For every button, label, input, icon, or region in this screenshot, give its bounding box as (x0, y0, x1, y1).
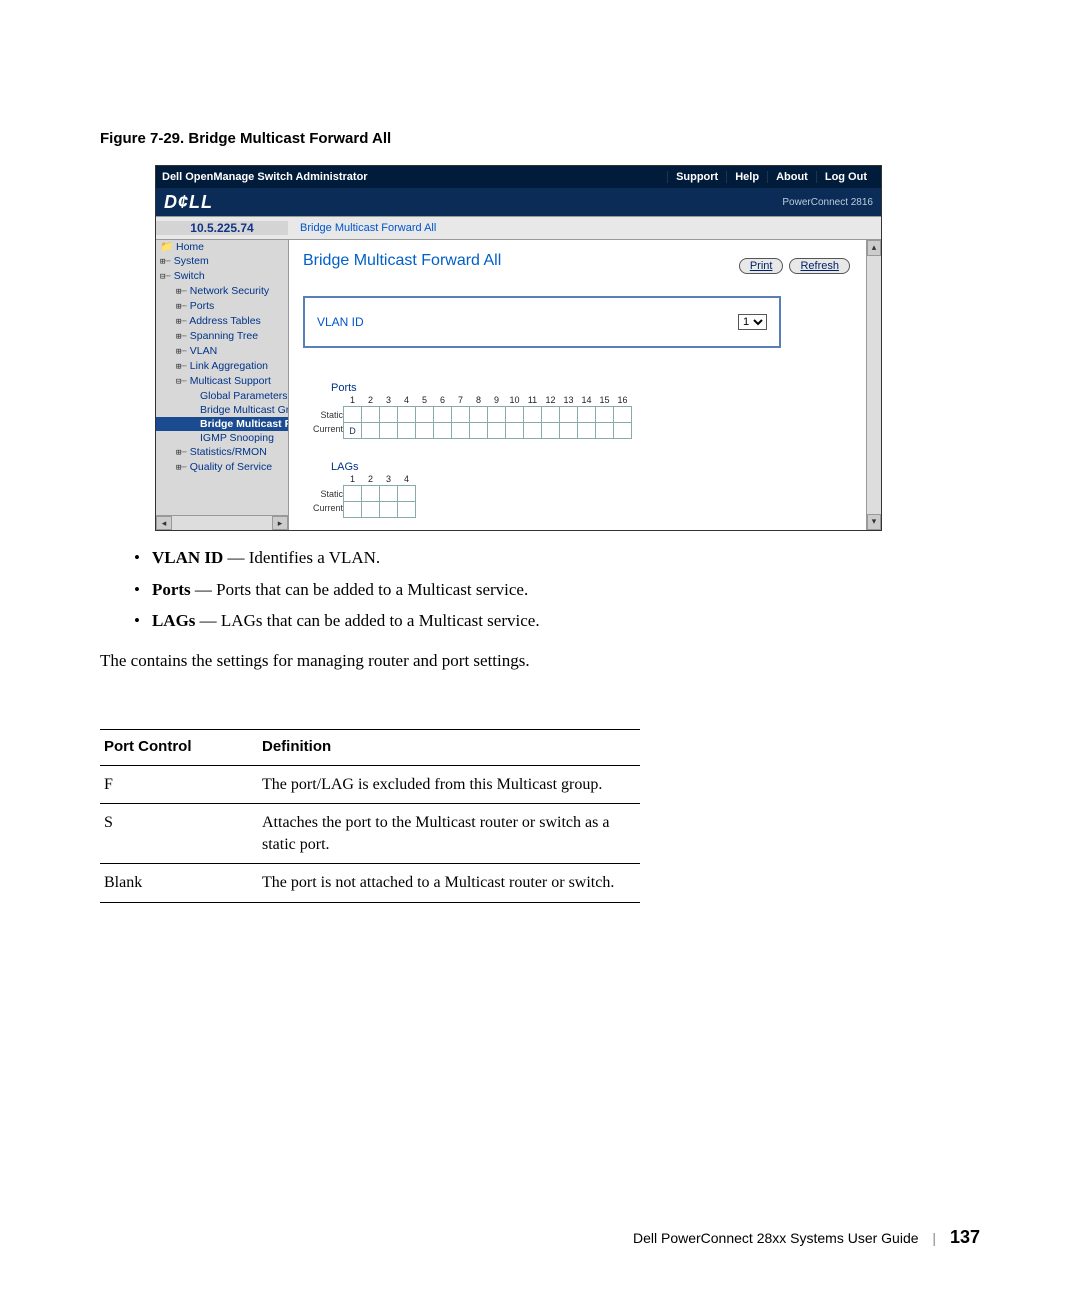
link-support[interactable]: Support (667, 171, 726, 183)
th-definition: Definition (258, 730, 640, 766)
nav-netsec[interactable]: Network Security (190, 285, 269, 297)
ports-header-row: 12 34 56 78 910 1112 1314 1516 (344, 394, 632, 407)
nav-ports[interactable]: Ports (190, 300, 215, 312)
lags-label: LAGs (331, 461, 852, 473)
nav-tree[interactable]: 📁 Home ⊞┈ System ⊟┈ Switch ⊞┈ Network Se… (156, 240, 289, 530)
content-pane: Bridge Multicast Forward All Print Refre… (289, 240, 866, 530)
th-port-control: Port Control (100, 730, 258, 766)
bullet-ports: Ports — Ports that can be added to a Mul… (134, 577, 980, 603)
link-about[interactable]: About (767, 171, 816, 183)
vlan-form: VLAN ID 1 (303, 296, 781, 348)
nav-bmg[interactable]: Bridge Multicast Gro (200, 404, 289, 416)
ports-static-row[interactable] (344, 407, 632, 423)
nav-vlan[interactable]: VLAN (190, 345, 217, 357)
nav-switch[interactable]: Switch (174, 270, 205, 282)
paragraph: The contains the settings for managing r… (100, 648, 980, 674)
bullet-lags: LAGs — LAGs that can be added to a Multi… (134, 608, 980, 634)
v-scrollbar[interactable]: ▴ ▾ (866, 240, 881, 530)
table-row: SAttaches the port to the Multicast rout… (100, 804, 640, 864)
ports-table: 12 34 56 78 910 1112 1314 1516 (343, 394, 632, 439)
nav-addr[interactable]: Address Tables (189, 315, 261, 327)
refresh-button[interactable]: Refresh (789, 258, 850, 274)
definition-table: Port Control Definition F The port/LAG i… (100, 729, 640, 903)
page-number: 137 (950, 1227, 980, 1247)
print-button[interactable]: Print (739, 258, 784, 274)
ports-current-row[interactable]: D (344, 423, 632, 439)
lags-static-label: Static (303, 487, 343, 501)
nav-global[interactable]: Global Parameters (200, 390, 288, 402)
lags-current-label: Current (303, 501, 343, 515)
lags-current-row[interactable] (344, 502, 416, 518)
page-footer: Dell PowerConnect 28xx Systems User Guid… (633, 1227, 980, 1248)
lags-grid-section: LAGs Static Current 1 2 3 4 (303, 461, 852, 518)
nav-home[interactable]: Home (176, 241, 204, 253)
app-screenshot: Dell OpenManage Switch Administrator Sup… (155, 165, 882, 531)
nav-lagg[interactable]: Link Aggregation (190, 360, 268, 372)
nav-igmp[interactable]: IGMP Snooping (200, 432, 274, 444)
link-help[interactable]: Help (726, 171, 767, 183)
lags-table: 1 2 3 4 (343, 473, 416, 518)
bullet-list: VLAN ID — Identifies a VLAN. Ports — Por… (134, 545, 980, 634)
figure-caption: Figure 7-29. Bridge Multicast Forward Al… (100, 130, 980, 147)
brand-bar: D¢LL PowerConnect 2816 (156, 188, 881, 216)
app-body: 📁 Home ⊞┈ System ⊟┈ Switch ⊞┈ Network Se… (156, 240, 881, 530)
ports-label: Ports (331, 382, 852, 394)
app-title: Dell OpenManage Switch Administrator (162, 171, 667, 183)
nav-system[interactable]: System (174, 255, 209, 267)
link-logout[interactable]: Log Out (816, 171, 875, 183)
page: Figure 7-29. Bridge Multicast Forward Al… (0, 0, 1080, 1296)
scroll-right-icon[interactable]: ▸ (272, 516, 288, 530)
model-label: PowerConnect 2816 (782, 197, 873, 208)
vlan-id-select[interactable]: 1 (738, 314, 767, 330)
scroll-up-icon[interactable]: ▴ (867, 240, 881, 256)
top-links: Support Help About Log Out (667, 171, 875, 183)
port1-current-cell[interactable]: D (344, 423, 362, 439)
row-static-label: Static (303, 408, 343, 422)
body-text: VLAN ID — Identifies a VLAN. Ports — Por… (100, 545, 980, 903)
table-row: BlankThe port is not attached to a Multi… (100, 864, 640, 903)
row-current-label: Current (303, 422, 343, 436)
nav-mcast[interactable]: Multicast Support (190, 375, 271, 387)
ip-address: 10.5.225.74 (156, 221, 288, 235)
breadcrumb: Bridge Multicast Forward All (288, 222, 436, 234)
scroll-down-icon[interactable]: ▾ (867, 514, 881, 530)
nav-bmf[interactable]: Bridge Multicast Fo (200, 418, 289, 430)
scroll-left-icon[interactable]: ◂ (156, 516, 172, 530)
bullet-vlan: VLAN ID — Identifies a VLAN. (134, 545, 980, 571)
dell-logo-icon: D¢LL (164, 192, 213, 213)
sub-header: 10.5.225.74 Bridge Multicast Forward All (156, 216, 881, 240)
ports-grid-section: Ports Static Current 12 34 56 78 (303, 382, 852, 439)
footer-title: Dell PowerConnect 28xx Systems User Guid… (633, 1230, 919, 1246)
nav-rmon[interactable]: Statistics/RMON (190, 446, 267, 458)
app-titlebar: Dell OpenManage Switch Administrator Sup… (156, 166, 881, 188)
lags-static-row[interactable] (344, 486, 416, 502)
nav-stp[interactable]: Spanning Tree (190, 330, 258, 342)
vlan-id-label: VLAN ID (317, 315, 364, 329)
table-row: F The port/LAG is excluded from this Mul… (100, 765, 640, 804)
h-scrollbar[interactable]: ◂ ▸ (156, 515, 288, 530)
nav-qos[interactable]: Quality of Service (190, 461, 272, 473)
